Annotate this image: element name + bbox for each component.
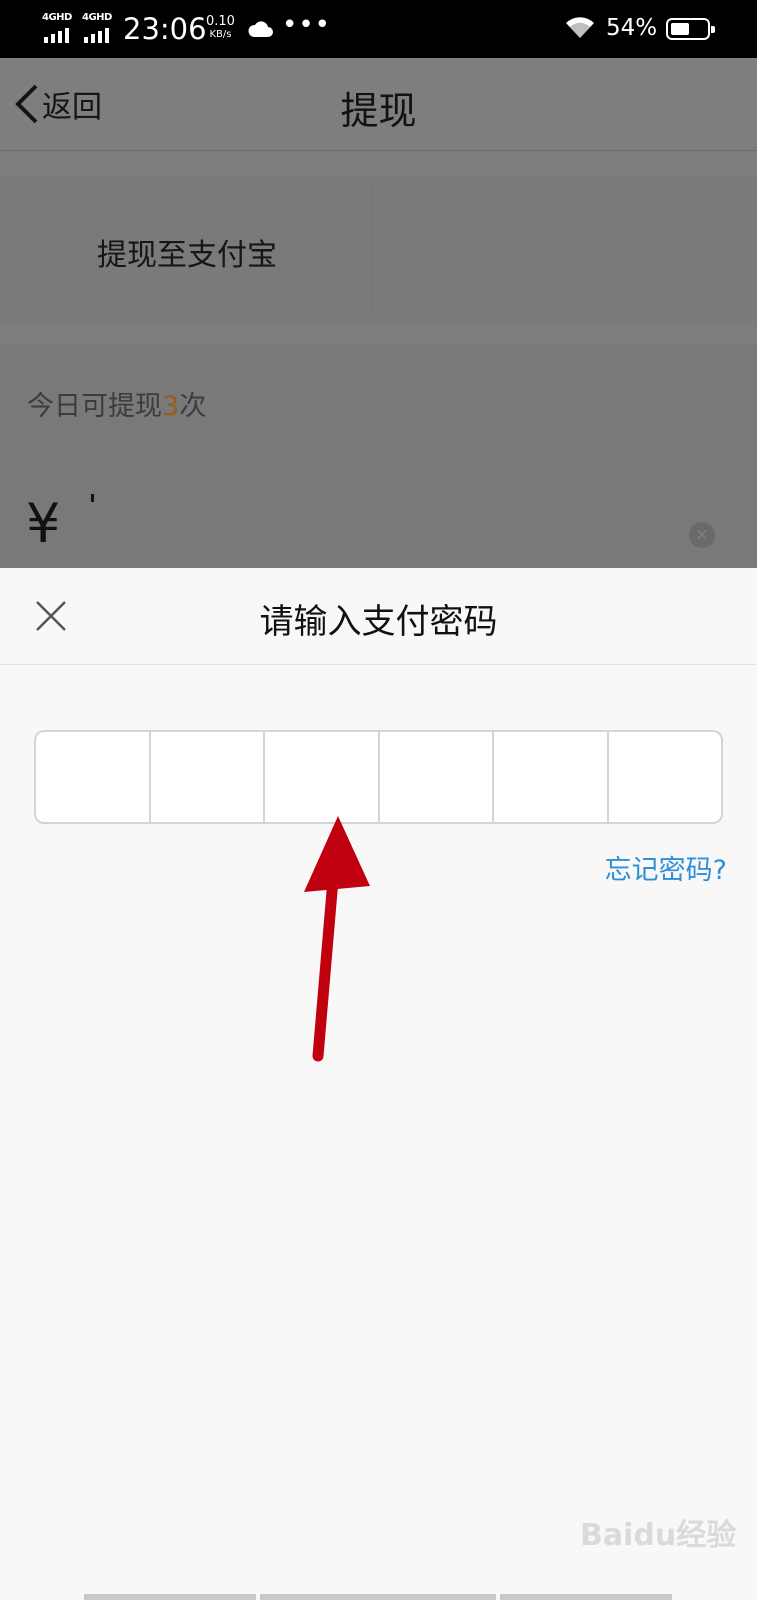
battery-icon <box>666 18 715 40</box>
home-indicator <box>0 1594 757 1600</box>
clock: 23:06 <box>123 12 207 46</box>
password-digit-cell[interactable] <box>494 732 609 822</box>
forgot-password-link[interactable]: 忘记密码? <box>605 848 727 887</box>
withdraw-times-prefix: 今日可提现 <box>27 391 162 422</box>
withdraw-target-card[interactable]: 提现至支付宝 <box>0 176 757 322</box>
withdraw-times-suffix: 次 <box>179 391 207 422</box>
sheet-header: 请输入支付密码 <box>0 568 757 665</box>
withdraw-times-info: 今日可提现3次 <box>27 384 206 423</box>
page-title: 提现 <box>340 89 417 133</box>
amount-input[interactable] <box>91 494 94 502</box>
clear-icon[interactable]: × <box>689 522 715 548</box>
annotation-arrow-icon <box>304 816 370 1062</box>
more-notifications-icon: ••• <box>282 10 332 40</box>
password-digit-cell[interactable] <box>36 732 151 822</box>
network-type-label: 4GHD <box>42 12 72 23</box>
battery-percent: 54% <box>606 15 658 41</box>
signal-icon: 4GHD <box>82 12 118 43</box>
network-speed-unit: KB/s <box>209 29 232 40</box>
currency-symbol: ¥ <box>26 492 61 555</box>
divider <box>372 188 373 308</box>
network-speed-value: 0.10 <box>206 14 235 29</box>
navigation-bar: 返回 提现 <box>0 58 757 151</box>
password-digit-cell[interactable] <box>151 732 265 822</box>
withdraw-target-label: 提现至支付宝 <box>97 238 277 273</box>
battery-fill <box>671 23 689 35</box>
sheet-title: 请输入支付密码 <box>259 602 498 642</box>
signal-icon: 4GHD <box>42 12 78 43</box>
password-digit-cell[interactable] <box>609 732 722 822</box>
network-speed: 0.10 KB/s <box>206 15 235 41</box>
status-bar: 4GHD 4GHD 23:06 0.10 KB/s ••• 54% <box>0 0 757 58</box>
payment-password-sheet: 请输入支付密码 忘记密码? Baidu经验 <box>0 568 757 1600</box>
password-digit-cell[interactable] <box>380 732 494 822</box>
watermark: Baidu经验 <box>580 1518 737 1553</box>
wifi-icon <box>566 17 594 38</box>
withdraw-times-count: 3 <box>162 391 180 422</box>
withdraw-amount-card: 今日可提现3次 ¥ × <box>0 344 757 568</box>
network-type-label: 4GHD <box>82 12 112 23</box>
cloud-icon <box>248 21 273 37</box>
